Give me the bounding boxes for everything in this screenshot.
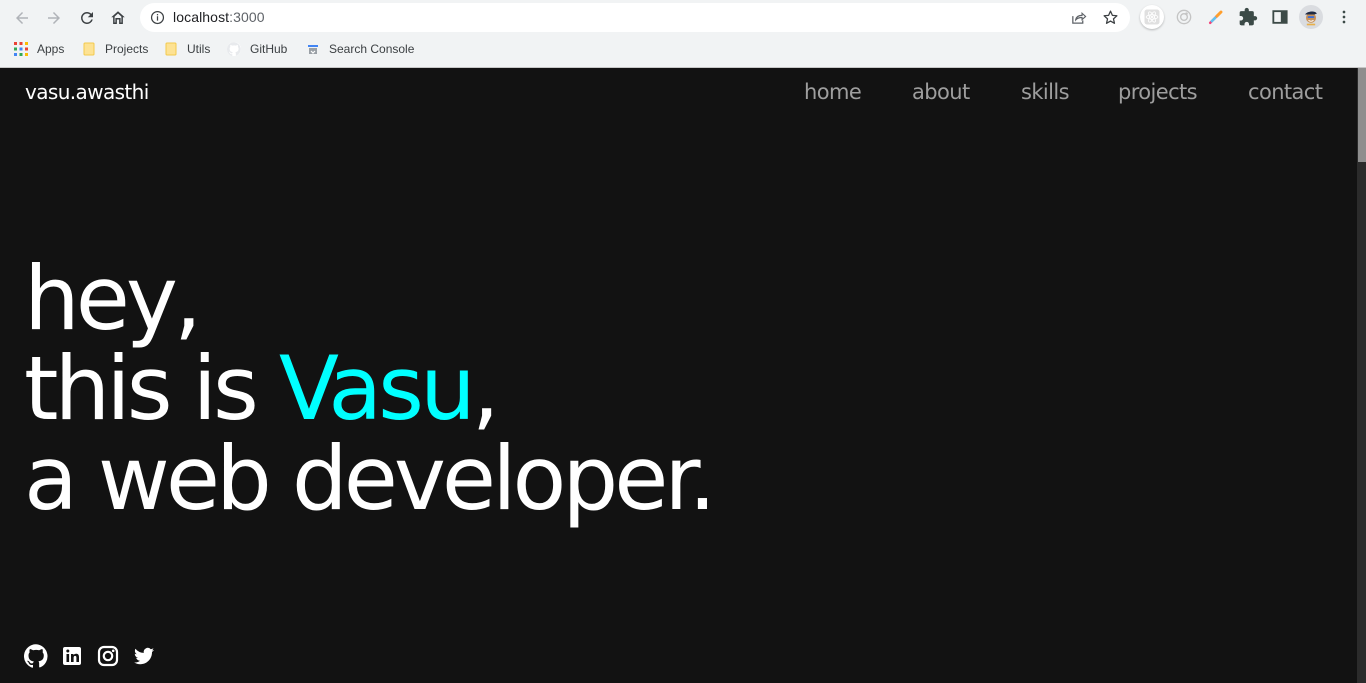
color-picker-icon [1208, 10, 1223, 25]
bookmark-label: Utils [187, 42, 211, 56]
bookmark-label: Search Console [329, 42, 415, 56]
extensions-puzzle-icon [1239, 7, 1258, 26]
address-bar[interactable]: localhost:3000 [140, 3, 1130, 32]
github-icon [24, 644, 48, 668]
share-icon[interactable] [1070, 9, 1087, 26]
browser-menu-button[interactable] [1332, 5, 1356, 29]
url-port: :3000 [229, 9, 265, 25]
bookmark-projects[interactable]: Projects [82, 40, 148, 58]
browser-chrome: localhost:3000 Apps Projects Utils GitHu… [0, 0, 1366, 68]
portfolio-page: vasu.awasthi home about skills projects … [0, 68, 1357, 683]
hero-name-highlight: Vasu [278, 337, 476, 440]
bookmark-label: Apps [37, 42, 65, 56]
search-console-icon [308, 45, 318, 54]
twitter-link[interactable] [132, 644, 156, 668]
site-logo[interactable]: vasu.awasthi [25, 80, 149, 104]
forward-button[interactable] [42, 6, 66, 30]
url-text[interactable]: localhost:3000 [173, 9, 265, 25]
reload-icon [81, 12, 93, 24]
nav-about[interactable]: about [912, 80, 970, 104]
nav-contact[interactable]: contact [1248, 80, 1323, 104]
bookmarks-bar: Apps Projects Utils GitHub Search Consol… [0, 37, 1366, 61]
github-link[interactable] [24, 644, 48, 668]
profile-avatar-icon [1305, 11, 1317, 26]
menu-kebab-icon [1342, 10, 1346, 24]
reload-button[interactable] [75, 6, 99, 30]
hero-line-1: hey, [24, 247, 202, 350]
nav-skills[interactable]: skills [1021, 80, 1070, 104]
bookmark-apps[interactable]: Apps [14, 40, 64, 58]
side-panel-icon [1272, 10, 1288, 24]
hero-heading: hey, this is Vasu, a web developer. [24, 247, 716, 530]
linkedin-link[interactable] [60, 644, 84, 668]
github-icon [227, 42, 241, 56]
bookmark-search-console[interactable]: Search Console [306, 40, 414, 58]
hero-line-3: a web developer. [24, 427, 716, 530]
linkedin-icon [63, 647, 81, 665]
home-icon [111, 11, 125, 24]
arrow-right-icon [48, 12, 60, 24]
browser-toolbar: localhost:3000 [0, 0, 1366, 35]
hero-intro-text: this is [24, 337, 279, 440]
scrollbar-thumb[interactable] [1358, 68, 1366, 162]
home-button[interactable] [106, 6, 130, 30]
hero-comma: , [471, 337, 500, 440]
nav-projects[interactable]: projects [1118, 80, 1198, 104]
bookmark-label: Projects [105, 42, 149, 56]
extensions-button[interactable] [1236, 5, 1260, 29]
react-devtools-icon [1144, 9, 1160, 25]
side-panel-button[interactable] [1268, 5, 1292, 29]
hero-line-2: this is Vasu, [24, 344, 712, 434]
folder-icon [83, 42, 95, 56]
react-devtools-extension[interactable] [1140, 5, 1164, 29]
bookmark-label: GitHub [250, 42, 288, 56]
target-extension[interactable] [1172, 5, 1196, 29]
arrow-left-icon [16, 12, 28, 24]
bookmark-star-icon[interactable] [1102, 9, 1119, 26]
color-picker-extension[interactable] [1204, 5, 1228, 29]
folder-icon [165, 42, 177, 56]
twitter-icon [134, 647, 154, 665]
bookmark-github[interactable]: GitHub [227, 40, 287, 58]
bookmark-utils[interactable]: Utils [164, 40, 210, 58]
info-icon[interactable] [150, 10, 165, 25]
back-button[interactable] [10, 6, 34, 30]
profile-avatar[interactable] [1299, 5, 1323, 29]
page-scrollbar[interactable] [1357, 68, 1366, 683]
social-links [24, 644, 156, 668]
instagram-icon [97, 645, 119, 667]
instagram-link[interactable] [96, 644, 120, 668]
nav-home[interactable]: home [804, 80, 862, 104]
url-host: localhost [173, 9, 230, 25]
apps-grid-icon [14, 42, 28, 56]
target-extension-icon [1176, 9, 1192, 25]
